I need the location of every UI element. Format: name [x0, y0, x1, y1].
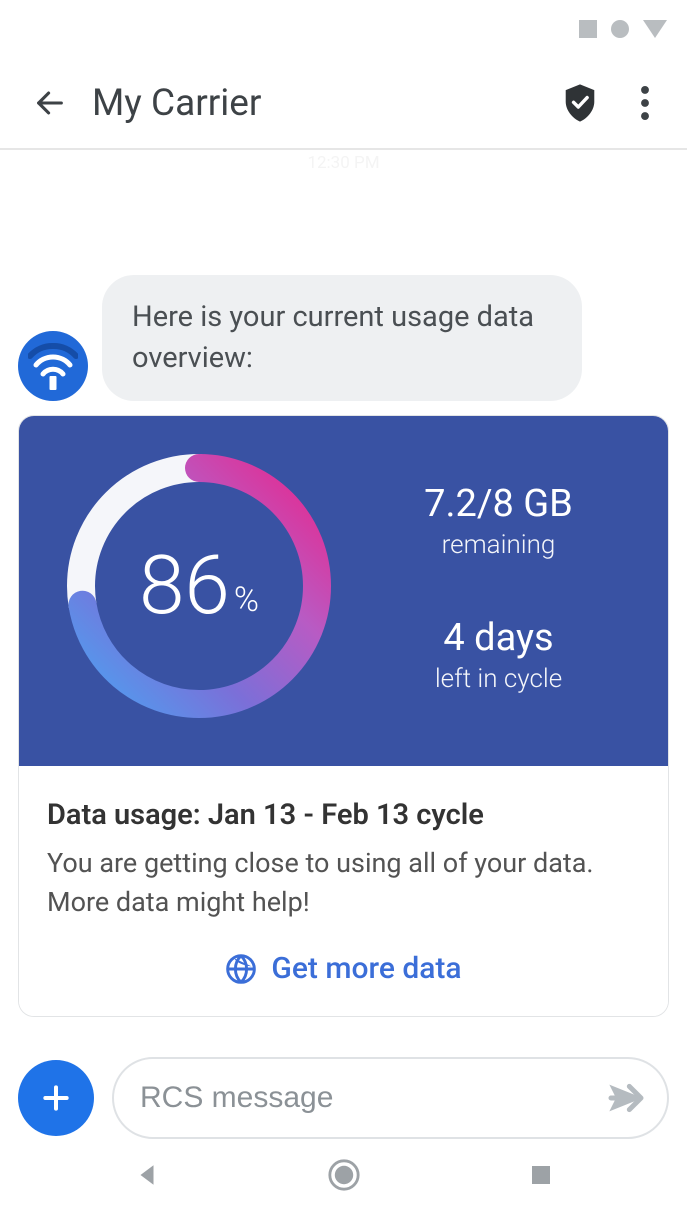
- sender-avatar[interactable]: [18, 331, 88, 401]
- nav-home-button[interactable]: [327, 1158, 361, 1196]
- usage-amount-label: remaining: [359, 530, 638, 560]
- message-input[interactable]: [140, 1081, 603, 1115]
- more-menu-button[interactable]: [625, 83, 665, 123]
- message-bubble: Here is your current usage data overview…: [102, 275, 582, 401]
- usage-amount: 7.2/8 GB: [359, 482, 638, 526]
- android-status-bar: [0, 0, 687, 58]
- page-title: My Carrier: [92, 82, 261, 125]
- send-button[interactable]: [603, 1075, 649, 1121]
- nav-back-triangle-icon: [134, 1162, 160, 1188]
- cycle-days: 4 days: [359, 616, 638, 660]
- usage-gauge: 86 %: [49, 436, 349, 736]
- android-nav-bar: [0, 1139, 687, 1215]
- cycle-days-label: left in cycle: [359, 664, 638, 694]
- verified-shield-button[interactable]: [561, 82, 599, 124]
- incoming-message-row: Here is your current usage data overview…: [18, 275, 669, 401]
- usage-stats: 7.2/8 GB remaining 4 days left in cycle: [359, 478, 638, 694]
- conversation-area: 12:30 PM Here is your current usage data…: [0, 153, 687, 1017]
- message-composer: [0, 1057, 687, 1139]
- status-triangle-icon: [643, 20, 667, 38]
- plus-icon: [40, 1082, 72, 1114]
- gauge-percent-value: 86: [139, 538, 230, 634]
- message-timestamp: 12:30 PM: [18, 153, 669, 183]
- nav-back-button[interactable]: [134, 1162, 160, 1192]
- get-more-data-button[interactable]: Get more data: [47, 951, 640, 986]
- status-circle-icon: [611, 20, 629, 38]
- arrow-left-icon: [33, 86, 67, 120]
- status-square-icon: [579, 20, 597, 38]
- gauge-percent-symbol: %: [234, 580, 259, 620]
- back-button[interactable]: [30, 83, 70, 123]
- app-header: My Carrier: [0, 58, 687, 150]
- card-bottom-section: Data usage: Jan 13 - Feb 13 cycle You ar…: [19, 766, 668, 1016]
- data-usage-card[interactable]: 86 % 7.2/8 GB remaining 4 days left in c…: [18, 415, 669, 1017]
- cta-label: Get more data: [271, 951, 461, 986]
- nav-recents-button[interactable]: [529, 1163, 553, 1191]
- nav-recents-square-icon: [529, 1163, 553, 1187]
- card-top-section: 86 % 7.2/8 GB remaining 4 days left in c…: [19, 416, 668, 766]
- more-vertical-icon: [641, 86, 649, 120]
- globe-icon: [225, 953, 257, 985]
- usage-cycle-title: Data usage: Jan 13 - Feb 13 cycle: [47, 798, 640, 832]
- shield-check-icon: [562, 83, 598, 123]
- usage-warning-text: You are getting close to using all of yo…: [47, 844, 640, 921]
- wifi-tower-icon: [28, 341, 78, 391]
- message-input-container: [112, 1057, 669, 1139]
- attach-button[interactable]: [18, 1060, 94, 1136]
- nav-home-circle-icon: [327, 1158, 361, 1192]
- message-text: Here is your current usage data overview…: [132, 300, 534, 375]
- send-icon: [606, 1078, 646, 1118]
